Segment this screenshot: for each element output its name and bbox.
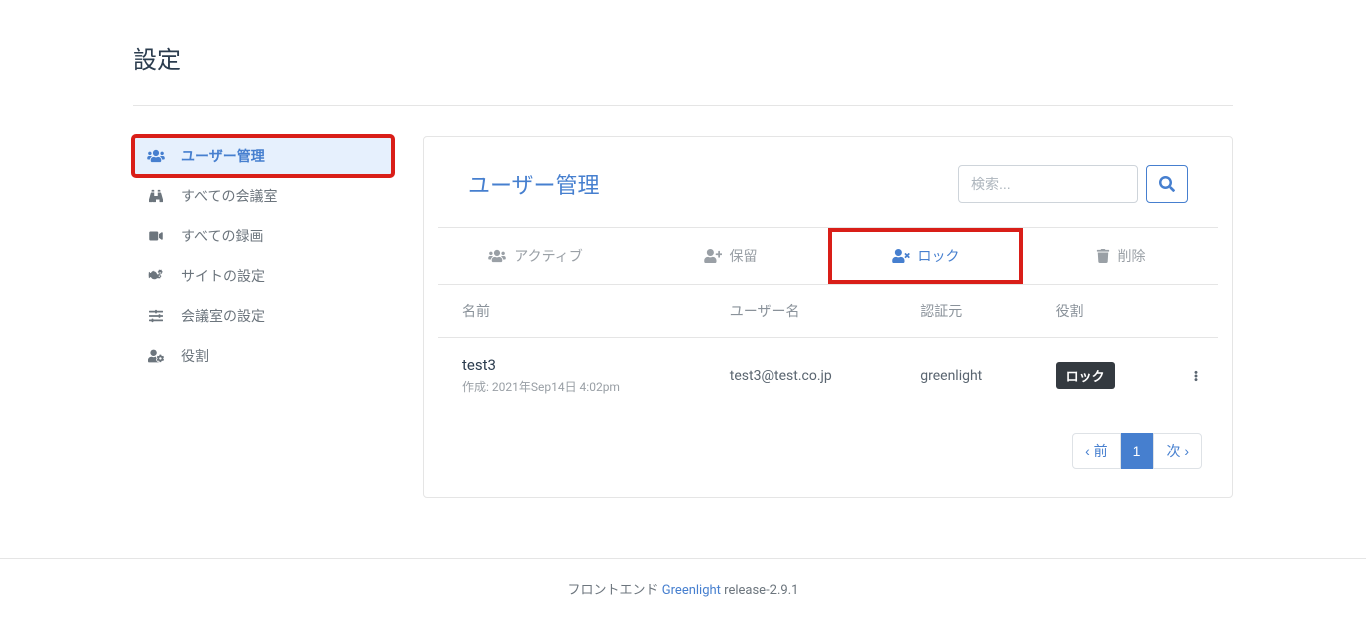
divider — [133, 105, 1233, 106]
search-button[interactable] — [1146, 165, 1188, 203]
tab-label: アクティブ — [514, 246, 582, 266]
user-times-icon — [892, 249, 910, 263]
footer: フロントエンド Greenlight release-2.9.1 — [0, 558, 1366, 618]
sliders-icon — [147, 308, 165, 324]
page-title: 設定 — [133, 40, 1233, 75]
video-icon — [147, 228, 165, 244]
cogs-icon — [147, 268, 165, 284]
cell-provider: greenlight — [896, 338, 1031, 414]
role-badge: ロック — [1056, 362, 1115, 389]
sidebar-item-label: すべての会議室 — [181, 186, 277, 206]
th-provider: 認証元 — [896, 285, 1031, 338]
page-next[interactable]: 次 › — [1153, 433, 1202, 469]
user-cog-icon — [147, 348, 165, 364]
th-username: ユーザー名 — [706, 285, 896, 338]
search-input[interactable] — [958, 165, 1138, 203]
th-role: 役割 — [1032, 285, 1163, 338]
ellipsis-icon — [1194, 368, 1198, 384]
main-panel: ユーザー管理 アクティブ 保留 — [423, 136, 1233, 498]
users-icon — [147, 148, 165, 164]
page-current[interactable]: 1 — [1121, 433, 1154, 469]
table-row: test3 作成: 2021年Sep14日 4:02pm test3@test.… — [438, 338, 1218, 414]
sidebar-item-label: 会議室の設定 — [181, 306, 265, 326]
sidebar-item-user-management[interactable]: ユーザー管理 — [133, 136, 393, 176]
cell-created: 作成: 2021年Sep14日 4:02pm — [462, 378, 694, 395]
binoculars-icon — [147, 188, 165, 204]
sidebar-item-roles[interactable]: 役割 — [133, 336, 393, 376]
sidebar-item-room-settings[interactable]: 会議室の設定 — [133, 296, 393, 336]
tab-label: 保留 — [730, 246, 758, 266]
tab-label: ロック — [918, 246, 960, 266]
sidebar-item-all-rooms[interactable]: すべての会議室 — [133, 176, 393, 216]
tab-label: 削除 — [1118, 246, 1146, 266]
sidebar-item-label: 役割 — [181, 346, 209, 366]
sidebar-item-all-recordings[interactable]: すべての録画 — [133, 216, 393, 256]
sidebar: ユーザー管理 すべての会議室 すべての録画 サイトの設定 — [133, 136, 393, 498]
users-icon — [488, 249, 506, 263]
search-icon — [1159, 176, 1175, 192]
tab-deleted[interactable]: 削除 — [1023, 228, 1218, 284]
page-prev[interactable]: ‹ 前 — [1072, 433, 1121, 469]
pagination: ‹ 前 1 次 › — [424, 413, 1232, 469]
users-table: 名前 ユーザー名 認証元 役割 test3 作成: 2021年Sep14日 4:… — [438, 285, 1218, 413]
tab-locked[interactable]: ロック — [828, 228, 1023, 284]
main-title: ユーザー管理 — [468, 168, 600, 200]
sidebar-item-label: サイトの設定 — [181, 266, 265, 286]
user-plus-icon — [704, 249, 722, 263]
th-name: 名前 — [438, 285, 706, 338]
sidebar-item-label: すべての録画 — [181, 226, 263, 246]
sidebar-item-label: ユーザー管理 — [181, 146, 265, 166]
sidebar-item-site-settings[interactable]: サイトの設定 — [133, 256, 393, 296]
footer-link[interactable]: Greenlight — [662, 583, 721, 598]
tab-active[interactable]: アクティブ — [438, 228, 633, 284]
row-menu-button[interactable] — [1163, 338, 1218, 414]
tab-pending[interactable]: 保留 — [633, 228, 828, 284]
cell-name: test3 — [462, 356, 694, 374]
cell-username: test3@test.co.jp — [706, 338, 896, 414]
tabs: アクティブ 保留 ロック 削除 — [438, 228, 1218, 285]
trash-icon — [1096, 249, 1110, 263]
